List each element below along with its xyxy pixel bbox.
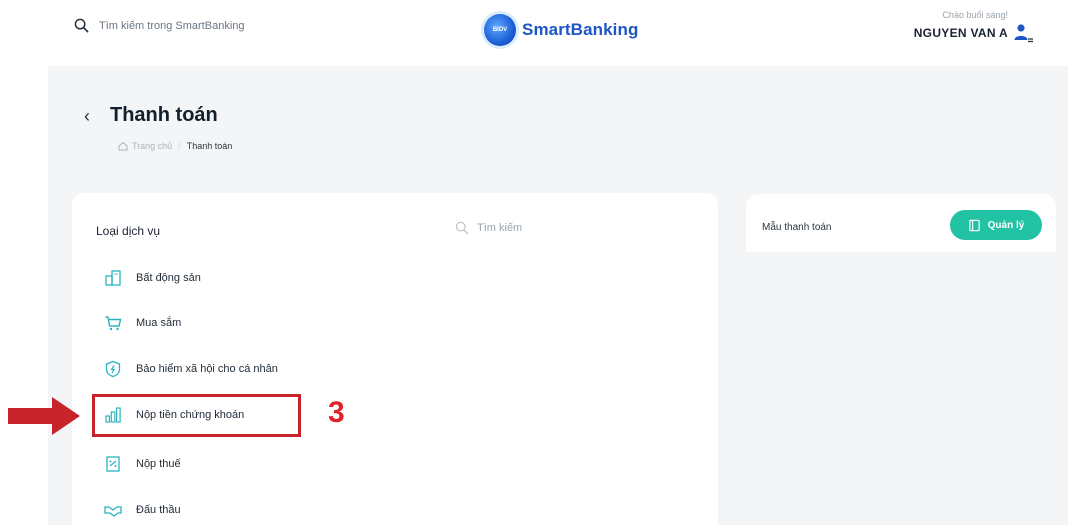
breadcrumb-current: Thanh toán [186,141,233,151]
service-search-placeholder: Tìm kiếm [477,222,523,234]
service-list-area [72,252,714,525]
cart-icon [105,316,122,331]
breadcrumb-home[interactable]: Trang chủ [118,141,172,151]
greeting-text: Chào buổi sáng! [942,10,1008,20]
user-menu-button[interactable] [1012,22,1034,44]
breadcrumb-home-label: Trang chủ [132,141,173,151]
global-search-placeholder: Tìm kiếm trong SmartBanking [99,19,245,32]
book-icon [968,219,980,231]
service-item-shopping[interactable]: Mua sắm [104,314,181,332]
breadcrumb-separator: / [178,141,181,151]
logo-text: SmartBanking [522,20,639,39]
service-item-tax[interactable]: Nộp thuế [104,455,181,473]
page-header: ‹ Thanh toán [84,104,218,127]
user-name: NGUYEN VAN A [913,26,1008,40]
service-search[interactable]: Tìm kiếm [455,221,522,235]
manage-templates-label: Quản lý [987,219,1025,231]
building-icon [105,270,121,286]
search-icon [74,18,89,33]
tax-document-icon [106,456,120,472]
service-item-label: Đấu thầu [136,504,181,516]
service-item-label: Bất động sản [136,272,201,284]
global-search[interactable]: Tìm kiếm trong SmartBanking [74,18,245,33]
logo-badge: BIDV [484,14,516,46]
annotation-step-number: 3 [328,396,345,429]
search-icon [455,221,469,235]
app-logo[interactable]: BIDV SmartBanking [484,14,638,46]
annotation-highlight-box [92,394,301,437]
back-button[interactable]: ‹ [84,107,90,125]
service-item-label: Mua sắm [136,317,182,329]
service-item-label: Bảo hiểm xã hội cho cá nhân [136,363,278,375]
user-icon [1014,24,1033,43]
service-item-real-estate[interactable]: Bất động sản [104,269,201,287]
breadcrumb: Trang chủ / Thanh toán [118,141,232,151]
handshake-icon [104,506,122,517]
annotation-arrow-icon [8,396,80,441]
service-panel-title: Loại dịch vụ [96,224,161,238]
service-item-label: Nộp thuế [136,458,181,470]
home-icon [118,141,128,151]
top-header: Tìm kiếm trong SmartBanking BIDV SmartBa… [0,0,1068,66]
service-item-social-insurance[interactable]: Bảo hiểm xã hội cho cá nhân [104,360,278,378]
payment-templates-label: Mẫu thanh toán [762,222,832,233]
manage-templates-button[interactable]: Quản lý [950,210,1042,240]
service-item-bidding[interactable]: Đấu thầu [104,501,181,519]
page-title: Thanh toán [110,104,218,126]
user-greeting: Chào buổi sáng! NGUYEN VAN A [914,10,1008,40]
shield-icon [105,360,121,378]
